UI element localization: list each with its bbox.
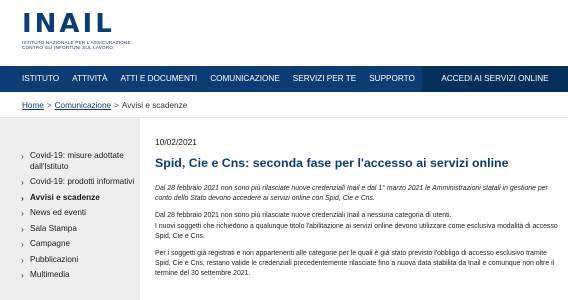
sidebar-item-label: Avvisi e scadenze: [30, 192, 100, 202]
section-sidebar: › Covid-19: misure adottate dall'Istitut…: [0, 118, 140, 300]
chevron-right-icon: ›: [21, 192, 24, 203]
article-title: Spid, Cie e Cns: seconda fase per l'acce…: [155, 156, 509, 170]
breadcrumb-comunicazione[interactable]: Comunicazione: [55, 101, 111, 110]
article-paragraph-line: Dal 28 febbraio 2021 non sono più rilasc…: [155, 212, 452, 220]
chevron-right-icon: ›: [21, 270, 24, 280]
breadcrumb: Home > Comunicazione > Avvisi e scadenze: [22, 101, 187, 110]
sidebar-item-label: Campagne: [30, 239, 71, 248]
article-date: 10/02/2021: [155, 137, 197, 147]
breadcrumb-separator: >: [114, 101, 119, 110]
sidebar-item-covid-misure[interactable]: › Covid-19: misure adottate dall'Istitut…: [0, 151, 140, 172]
nav-item-supporto[interactable]: Supporto: [356, 66, 415, 92]
article: 10/02/2021 Spid, Cie e Cns: seconda fase…: [155, 118, 560, 280]
online-services-button[interactable]: Accedi ai servizi online: [422, 66, 568, 92]
nav-item-servizi[interactable]: Servizi per te: [280, 66, 356, 92]
chevron-right-icon: ›: [21, 177, 24, 187]
sidebar-item-campagne[interactable]: › Campagne: [0, 239, 140, 250]
chevron-right-icon: ›: [21, 223, 24, 234]
sidebar-item-label: Multimedia: [30, 270, 70, 279]
sidebar-item-label: Covid-19: misure adottate dall'Istituto: [30, 151, 124, 171]
sidebar-item-covid-prodotti[interactable]: › Covid-19: prodotti informativi: [0, 177, 140, 188]
article-lead: Dal 28 febbraio 2021 non sono più rilasc…: [155, 185, 548, 203]
nav-item-istituto[interactable]: Istituto: [0, 66, 59, 92]
chevron-right-icon: ›: [21, 254, 24, 265]
nav-item-atti-documenti[interactable]: Atti e documenti: [107, 66, 197, 92]
nav-item-comunicazione[interactable]: Comunicazione: [197, 66, 280, 92]
article-paragraph-line: I nuovi soggetti che richiedono a qualun…: [155, 222, 558, 240]
main-nav: Istituto Attività Atti e documenti Comun…: [0, 66, 568, 92]
site-header: INAIL ISTITUTO NAZIONALE PER L'ASSICURAZ…: [0, 0, 568, 66]
nav-item-attivita[interactable]: Attività: [59, 66, 107, 92]
sidebar-item-label: News ed eventi: [30, 208, 86, 217]
article-paragraph: Per i soggetti già registrati e non appa…: [155, 250, 555, 278]
logo-subtitle: ISTITUTO NAZIONALE PER L'ASSICURAZIONE C…: [22, 40, 132, 51]
sidebar-item-label: Pubblicazioni: [30, 254, 79, 264]
breadcrumb-separator: >: [46, 101, 52, 110]
sidebar-item-sala-stampa[interactable]: › Sala Stampa: [0, 224, 140, 235]
sidebar-item-pubblicazioni[interactable]: › Pubblicazioni: [0, 255, 140, 266]
breadcrumb-home[interactable]: Home: [22, 101, 44, 110]
chevron-right-icon: ›: [21, 239, 24, 249]
inail-logo[interactable]: INAIL ISTITUTO NAZIONALE PER L'ASSICURAZ…: [22, 10, 132, 51]
sidebar-item-multimedia[interactable]: › Multimedia: [0, 270, 140, 281]
sidebar-item-avvisi[interactable]: › Avvisi e scadenze: [0, 193, 140, 204]
chevron-right-icon: ›: [21, 208, 24, 218]
article-paragraph: Dal 28 febbraio 2021 non sono più rilasc…: [155, 211, 560, 242]
chevron-right-icon: ›: [21, 151, 24, 161]
sidebar-item-label: Covid-19: prodotti informativi: [30, 177, 135, 186]
breadcrumb-current: Avvisi e scadenze: [121, 101, 188, 110]
logo-wordmark: INAIL: [22, 9, 115, 39]
sidebar-item-label: Sala Stampa: [30, 223, 77, 233]
sidebar-item-news[interactable]: › News ed eventi: [0, 208, 140, 219]
logo-subtitle-line2: CONTRO GLI INFORTUNI SUL LAVORO: [22, 45, 114, 51]
